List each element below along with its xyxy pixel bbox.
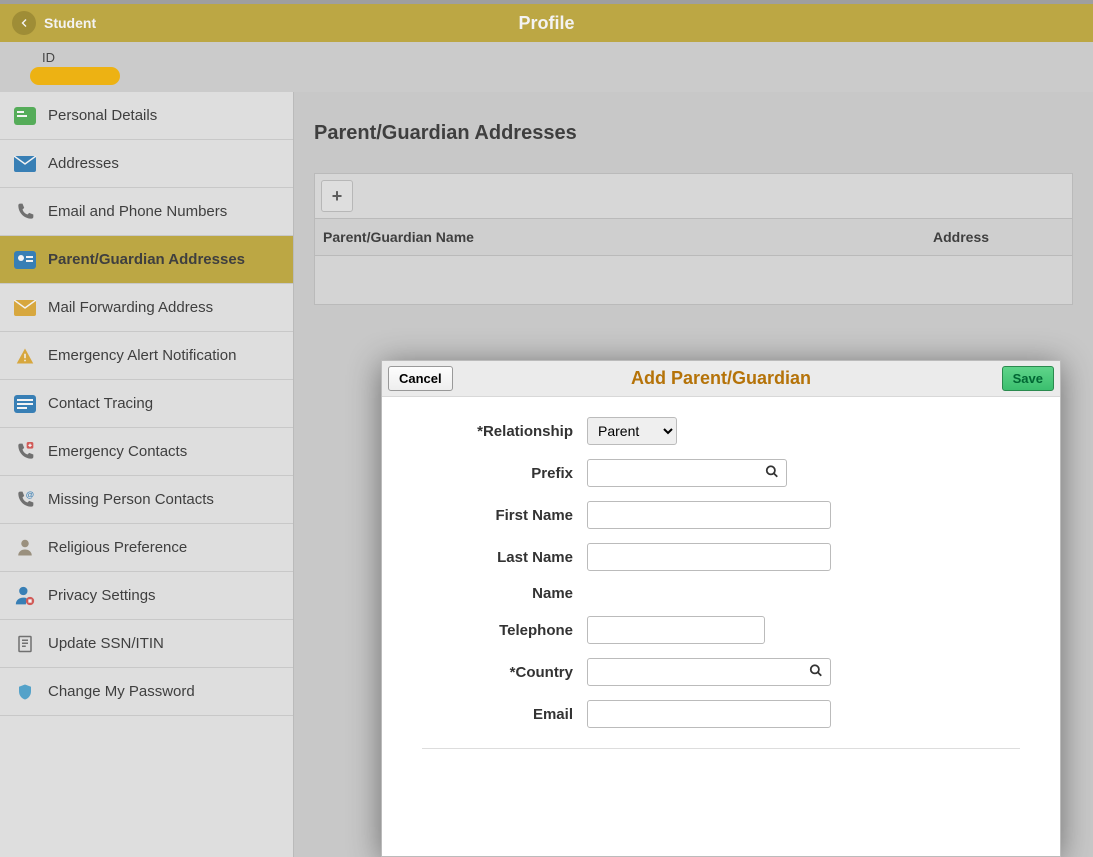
table-container: + Parent/Guardian Name Address — [314, 173, 1073, 305]
content-heading: Parent/Guardian Addresses — [314, 122, 1073, 145]
phone-plus-icon — [12, 441, 38, 463]
search-icon[interactable] — [765, 465, 779, 482]
envelope-icon — [12, 297, 38, 319]
telephone-input[interactable] — [587, 616, 765, 644]
sidebar-item-addresses[interactable]: Addresses — [0, 140, 293, 188]
alert-icon — [12, 345, 38, 367]
phone-at-icon: @ — [12, 489, 38, 511]
column-header-name[interactable]: Parent/Guardian Name — [315, 219, 925, 255]
id-icon — [12, 393, 38, 415]
sidebar-item-ssn[interactable]: Update SSN/ITIN — [0, 620, 293, 668]
sidebar-item-label: Missing Person Contacts — [48, 491, 214, 508]
modal-title: Add Parent/Guardian — [631, 368, 811, 389]
id-label: ID — [42, 50, 1063, 65]
save-button[interactable]: Save — [1002, 366, 1054, 391]
sidebar-item-label: Privacy Settings — [48, 587, 156, 604]
relationship-select[interactable]: Parent — [587, 417, 677, 445]
sidebar-item-emergency-alert[interactable]: Emergency Alert Notification — [0, 332, 293, 380]
sidebar-item-label: Addresses — [48, 155, 119, 172]
header-bar: Student Profile — [0, 4, 1093, 42]
label-country: *Country — [412, 664, 587, 681]
label-prefix: Prefix — [412, 465, 587, 482]
sidebar-item-label: Email and Phone Numbers — [48, 203, 227, 220]
sidebar-item-missing-person[interactable]: @ Missing Person Contacts — [0, 476, 293, 524]
label-name: Name — [412, 585, 587, 602]
sidebar-item-email-phone[interactable]: Email and Phone Numbers — [0, 188, 293, 236]
card-icon — [12, 105, 38, 127]
email-input[interactable] — [587, 700, 831, 728]
sidebar-item-mail-forwarding[interactable]: Mail Forwarding Address — [0, 284, 293, 332]
sidebar-item-emergency-contacts[interactable]: Emergency Contacts — [0, 428, 293, 476]
id-value-redacted — [30, 67, 120, 85]
sidebar-item-label: Update SSN/ITIN — [48, 635, 164, 652]
table-body-empty — [315, 256, 1072, 304]
back-button[interactable] — [12, 11, 36, 35]
add-button[interactable]: + — [321, 180, 353, 212]
plus-icon: + — [332, 186, 343, 207]
sidebar-item-label: Parent/Guardian Addresses — [48, 251, 245, 268]
shield-icon — [12, 681, 38, 703]
modal-divider — [422, 748, 1020, 749]
last-name-input[interactable] — [587, 543, 831, 571]
sidebar-item-label: Contact Tracing — [48, 395, 153, 412]
sidebar-item-personal-details[interactable]: Personal Details — [0, 92, 293, 140]
form-icon — [12, 633, 38, 655]
sidebar-item-label: Change My Password — [48, 683, 195, 700]
column-header-address[interactable]: Address — [925, 219, 1072, 255]
sidebar-item-label: Emergency Alert Notification — [48, 347, 236, 364]
sidebar-item-label: Personal Details — [48, 107, 157, 124]
table-header: Parent/Guardian Name Address — [315, 219, 1072, 256]
label-email: Email — [412, 706, 587, 723]
sidebar-item-parent-guardian[interactable]: Parent/Guardian Addresses — [0, 236, 293, 284]
sidebar-item-label: Religious Preference — [48, 539, 187, 556]
sidebar-item-label: Emergency Contacts — [48, 443, 187, 460]
sidebar-item-privacy[interactable]: Privacy Settings — [0, 572, 293, 620]
label-relationship: *Relationship — [412, 423, 587, 440]
sidebar-item-password[interactable]: Change My Password — [0, 668, 293, 716]
id-bar: ID — [0, 42, 1093, 92]
cancel-button[interactable]: Cancel — [388, 366, 453, 391]
mail-icon — [12, 153, 38, 175]
country-input[interactable] — [587, 658, 831, 686]
search-icon[interactable] — [809, 664, 823, 681]
prefix-input[interactable] — [587, 459, 787, 487]
first-name-input[interactable] — [587, 501, 831, 529]
sidebar: Personal Details Addresses Email and Pho… — [0, 92, 294, 857]
person-lock-icon — [12, 585, 38, 607]
svg-text:@: @ — [26, 490, 34, 500]
chevron-left-icon — [18, 17, 30, 29]
add-parent-modal: Cancel Add Parent/Guardian Save *Relatio… — [381, 360, 1061, 857]
label-telephone: Telephone — [412, 622, 587, 639]
modal-header: Cancel Add Parent/Guardian Save — [382, 361, 1060, 397]
sidebar-item-contact-tracing[interactable]: Contact Tracing — [0, 380, 293, 428]
label-last-name: Last Name — [412, 549, 587, 566]
back-label[interactable]: Student — [44, 15, 96, 31]
phone-icon — [12, 201, 38, 223]
sidebar-item-religious[interactable]: Religious Preference — [0, 524, 293, 572]
page-title: Profile — [518, 13, 574, 34]
id-icon — [12, 249, 38, 271]
label-first-name: First Name — [412, 507, 587, 524]
sidebar-item-label: Mail Forwarding Address — [48, 299, 213, 316]
person-icon — [12, 537, 38, 559]
